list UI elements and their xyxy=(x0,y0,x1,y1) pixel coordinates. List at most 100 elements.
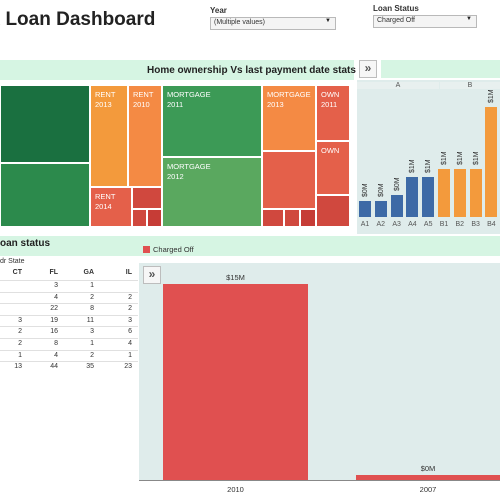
bar-value-label: $0M xyxy=(420,464,436,473)
legend-swatch xyxy=(143,246,150,253)
grade-chart-header xyxy=(381,60,500,78)
treemap-tile-mortgage-2013[interactable]: MORTGAGE 2013 xyxy=(262,85,316,151)
bar-value-label: $15M xyxy=(226,273,245,282)
tile-label: RENT 2010 xyxy=(133,90,154,109)
year-dropdown[interactable]: (Multiple values) ▼ xyxy=(210,17,336,30)
page-title: nk Loan Dashboard xyxy=(0,9,156,30)
table-cell: 3 xyxy=(90,328,94,336)
chevron-down-icon: ▼ xyxy=(325,18,331,24)
chevron-down-icon: ▼ xyxy=(466,16,472,22)
table-cell: 2 xyxy=(18,328,22,336)
tile-label: MORTGAGE 2011 xyxy=(167,90,211,109)
bar-value-label: $0M xyxy=(362,183,369,197)
bar-category-label: A4 xyxy=(408,221,417,228)
treemap-tile-rent-2014[interactable]: RENT 2014 xyxy=(90,187,132,227)
bar-a5[interactable] xyxy=(422,177,435,217)
treemap-tile[interactable] xyxy=(284,209,300,227)
table-cell: 3 xyxy=(18,316,22,324)
table-cell: 2 xyxy=(90,351,94,359)
table-cell: 3 xyxy=(128,316,132,324)
bar-value-label: $0M xyxy=(377,183,385,197)
state-column-header: dr State xyxy=(0,258,25,265)
bar-value-label: $1M xyxy=(456,151,464,165)
table-cell: 4 xyxy=(54,351,58,359)
dashboard: nk Loan Dashboard Year (Multiple values)… xyxy=(0,0,500,500)
table-cell: 2 xyxy=(128,305,132,313)
treemap-tile-mortgage-2012[interactable]: MORTGAGE 2012 xyxy=(162,157,262,227)
bar-b4[interactable] xyxy=(485,107,498,217)
loan-status-dropdown[interactable]: Charged Off ▼ xyxy=(373,15,477,28)
treemap-tile[interactable] xyxy=(300,209,316,227)
bar-b2[interactable] xyxy=(453,169,466,217)
treemap-title: Home ownership Vs last payment date stat… xyxy=(147,65,356,76)
table-cell: 4 xyxy=(128,340,132,347)
table-cell: 2 xyxy=(90,293,94,301)
bar-value-label: $0M xyxy=(393,177,401,191)
expand-chevron-icon[interactable]: » xyxy=(359,60,377,78)
year-filter-label: Year xyxy=(210,6,227,15)
table-cell: 1 xyxy=(90,282,94,289)
table-cell: 6 xyxy=(128,328,132,336)
bar-category-label: B1 xyxy=(439,221,449,228)
table-cell: 2 xyxy=(128,293,132,301)
row-divider xyxy=(0,303,138,305)
treemap-tile[interactable] xyxy=(0,163,90,227)
bar-value-label: $1M xyxy=(425,159,433,173)
bar-b3[interactable] xyxy=(469,169,482,217)
treemap-tile-mortgage-2011[interactable]: MORTGAGE 2011 xyxy=(162,85,262,157)
treemap-tile[interactable] xyxy=(262,151,316,209)
bar-category-label: A1 xyxy=(360,221,370,228)
treemap-tile[interactable] xyxy=(316,195,350,227)
treemap-tile[interactable] xyxy=(0,85,90,163)
tile-label: OWN xyxy=(321,146,340,155)
year-filter[interactable]: Year (Multiple values) ▼ xyxy=(210,6,336,30)
loan-status-filter[interactable]: Loan Status Charged Off ▼ xyxy=(373,4,477,28)
treemap-tile-own-2011[interactable]: OWN 2011 xyxy=(316,85,350,141)
treemap-tile[interactable] xyxy=(132,187,162,209)
bar-value-label: $1M xyxy=(441,151,448,165)
table-cell: 2 xyxy=(18,340,22,347)
year-dropdown-value: (Multiple values) xyxy=(214,19,265,26)
row-divider xyxy=(0,361,138,363)
bar-b1[interactable] xyxy=(438,169,450,217)
column-header: GA xyxy=(83,269,95,276)
table-cell: 11 xyxy=(86,316,94,324)
bar-category-label: A2 xyxy=(376,221,386,228)
bar-value-label: $1M xyxy=(472,151,480,165)
table-cell: 3 xyxy=(54,282,58,289)
table-cell: 8 xyxy=(90,305,94,313)
bar-category-label: B2 xyxy=(455,221,465,228)
tile-label: OWN 2011 xyxy=(321,90,340,109)
table-cell: 23 xyxy=(124,363,132,371)
treemap-tile[interactable] xyxy=(262,209,284,227)
legend-label: Charged Off xyxy=(153,245,194,254)
treemap-tile-rent-2013[interactable]: RENT 2013 xyxy=(90,85,128,187)
bar-a1[interactable] xyxy=(359,201,371,217)
table-cell: 44 xyxy=(50,363,58,371)
loan-status-dropdown-value: Charged Off xyxy=(377,17,416,24)
column-header: FL xyxy=(49,269,58,276)
state-table-header xyxy=(0,236,500,256)
tile-label: RENT 2013 xyxy=(95,90,116,109)
bar-a4[interactable] xyxy=(406,177,419,217)
bar-category-label: A5 xyxy=(423,221,433,228)
treemap-tile-own[interactable]: OWN xyxy=(316,141,350,195)
bar-category-label: B3 xyxy=(471,221,480,228)
bar-a3[interactable] xyxy=(390,195,403,217)
group-header-b: B xyxy=(440,82,500,89)
loan-status-filter-label: Loan Status xyxy=(373,4,419,13)
treemap-tile[interactable] xyxy=(147,209,162,227)
tile-label: MORTGAGE 2013 xyxy=(267,90,311,109)
bar-a2[interactable] xyxy=(374,201,387,217)
expand-chevron-icon[interactable]: » xyxy=(143,266,161,284)
table-cell: 1 xyxy=(128,351,132,359)
table-cell: 8 xyxy=(54,340,58,347)
table-cell: 16 xyxy=(50,328,58,336)
treemap-tile[interactable] xyxy=(132,209,147,227)
table-cell: 4 xyxy=(54,293,58,301)
table-cell: 35 xyxy=(86,363,94,371)
bar-category-label: A3 xyxy=(392,221,401,228)
bar-value-label: $1M xyxy=(488,89,496,103)
treemap-tile-rent-2010[interactable]: RENT 2010 xyxy=(128,85,162,187)
bar-2010[interactable] xyxy=(163,284,308,480)
